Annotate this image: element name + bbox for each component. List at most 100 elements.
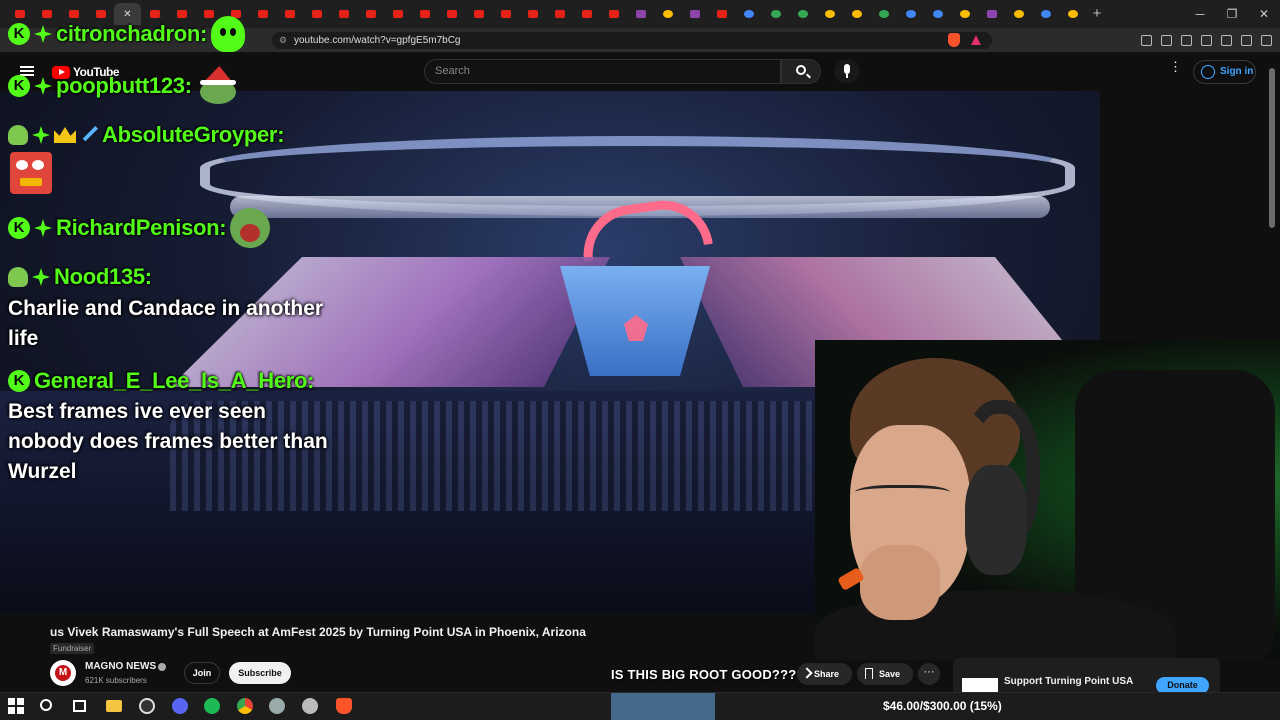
browser-tab[interactable] xyxy=(330,3,357,25)
chrome-icon[interactable] xyxy=(237,698,253,714)
scrollbar-thumb[interactable] xyxy=(1269,68,1275,228)
circle-favicon-icon xyxy=(932,10,943,18)
circle-favicon-icon xyxy=(716,10,727,18)
browser-tab[interactable] xyxy=(654,3,681,25)
browser-tab[interactable] xyxy=(816,3,843,25)
browser-tab[interactable] xyxy=(357,3,384,25)
circle-favicon-icon xyxy=(797,10,808,18)
play-favicon-icon xyxy=(635,10,646,18)
browser-tab[interactable] xyxy=(438,3,465,25)
url-field[interactable]: ⚙ youtube.com/watch?v=gpfgE5m7bCg xyxy=(272,32,992,49)
app-icon[interactable] xyxy=(269,698,285,714)
save-button[interactable]: Save xyxy=(857,663,913,685)
browser-tab[interactable] xyxy=(465,3,492,25)
chat-message: K General_E_Lee_Is_A_Hero: xyxy=(8,368,314,394)
maximize-button[interactable]: ❐ xyxy=(1216,0,1248,28)
browser-tab[interactable] xyxy=(978,3,1005,25)
browser-tab[interactable] xyxy=(951,3,978,25)
browser-tab[interactable] xyxy=(600,3,627,25)
brave-rewards-icon[interactable] xyxy=(971,35,981,45)
wallet-icon[interactable] xyxy=(1221,35,1232,46)
browser-tab[interactable] xyxy=(1032,3,1059,25)
chat-message-text: Charlie and Candace in another life xyxy=(8,297,324,350)
share-button[interactable]: Share xyxy=(797,663,852,685)
fundraiser-text: Support Turning Point USA xyxy=(1004,676,1134,687)
brave-shields-icon[interactable] xyxy=(948,33,960,47)
close-window-button[interactable]: ✕ xyxy=(1248,0,1280,28)
browser-tab[interactable] xyxy=(843,3,870,25)
streamer-hand xyxy=(860,545,940,620)
browser-tab[interactable] xyxy=(411,3,438,25)
browser-tab[interactable] xyxy=(573,3,600,25)
brave-icon[interactable] xyxy=(336,698,352,714)
fundraiser-tag[interactable]: Fundraiser xyxy=(50,643,95,654)
vpn-icon[interactable] xyxy=(1241,35,1252,46)
browser-tab[interactable] xyxy=(384,3,411,25)
diamond-icon xyxy=(34,77,52,95)
browser-tab[interactable] xyxy=(708,3,735,25)
screenshot-icon[interactable] xyxy=(1161,35,1172,46)
browser-toolbar-icons xyxy=(1141,32,1272,46)
youtube-favicon-icon xyxy=(392,10,403,18)
browser-menu-icon[interactable] xyxy=(1261,35,1272,46)
more-actions-button[interactable]: ··· xyxy=(918,663,940,685)
browser-tab[interactable] xyxy=(924,3,951,25)
diamond-icon xyxy=(34,25,52,43)
file-explorer-icon[interactable] xyxy=(106,700,122,712)
chat-message: K poopbutt123: xyxy=(8,66,238,106)
diamond-icon xyxy=(32,268,50,286)
app-icon[interactable] xyxy=(302,698,318,714)
channel-avatar[interactable]: M xyxy=(50,660,76,686)
browser-tab[interactable] xyxy=(1059,3,1086,25)
chat-message: Nood135: xyxy=(8,264,152,290)
helmet-icon xyxy=(8,267,28,287)
windows-start-icon[interactable] xyxy=(8,698,24,714)
browser-tab[interactable] xyxy=(249,3,276,25)
browser-tab[interactable] xyxy=(519,3,546,25)
note-favicon-icon xyxy=(1067,10,1078,18)
channel-name[interactable]: MAGNO NEWS xyxy=(85,661,156,672)
coin-favicon-icon xyxy=(662,10,673,18)
browser-tab[interactable] xyxy=(789,3,816,25)
media-icon[interactable] xyxy=(1181,35,1192,46)
minimize-button[interactable]: ─ xyxy=(1184,0,1216,28)
browser-tab[interactable] xyxy=(735,3,762,25)
browser-tab[interactable] xyxy=(627,3,654,25)
browser-tab[interactable] xyxy=(1005,3,1032,25)
play-favicon-icon xyxy=(986,10,997,18)
chat-message-text: Best frames ive ever seen nobody does fr… xyxy=(8,400,328,483)
new-tab-button[interactable]: + xyxy=(1086,3,1108,25)
site-info-icon[interactable]: ⚙ xyxy=(279,32,287,49)
share-icon xyxy=(801,667,813,679)
browser-tab[interactable] xyxy=(492,3,519,25)
helmet-icon xyxy=(8,125,28,145)
voice-search-button[interactable] xyxy=(834,59,860,84)
obs-icon[interactable] xyxy=(139,698,155,714)
join-button[interactable]: Join xyxy=(184,662,220,684)
browser-tab[interactable] xyxy=(762,3,789,25)
browser-tab[interactable] xyxy=(546,3,573,25)
chat-message: AbsoluteGroyper: xyxy=(8,122,285,148)
search-button[interactable] xyxy=(781,59,821,84)
discord-icon[interactable] xyxy=(172,698,188,714)
video-title: us Vivek Ramaswamy's Full Speech at AmFe… xyxy=(50,625,586,639)
browser-tab[interactable] xyxy=(276,3,303,25)
task-view-icon[interactable] xyxy=(73,700,86,712)
browser-tab[interactable] xyxy=(870,3,897,25)
search-input[interactable]: Search xyxy=(424,59,781,84)
sidebar-icon[interactable] xyxy=(1201,35,1212,46)
chat-username: Nood135: xyxy=(54,264,152,289)
taskbar-search-icon[interactable] xyxy=(40,699,52,711)
chat-message: K RichardPenison: xyxy=(8,208,271,248)
browser-tab[interactable] xyxy=(303,3,330,25)
browser-tab[interactable] xyxy=(681,3,708,25)
subscribe-button[interactable]: Subscribe xyxy=(229,662,291,684)
sign-in-button[interactable]: Sign in xyxy=(1193,60,1256,84)
youtube-favicon-icon xyxy=(581,10,592,18)
settings-menu-icon[interactable]: ⋮ xyxy=(1169,60,1182,73)
extensions-icon[interactable] xyxy=(1141,35,1152,46)
page-scrollbar[interactable] xyxy=(1268,60,1276,690)
browser-tab[interactable] xyxy=(897,3,924,25)
donation-goal-progress xyxy=(611,693,715,720)
spotify-icon[interactable] xyxy=(204,698,220,714)
